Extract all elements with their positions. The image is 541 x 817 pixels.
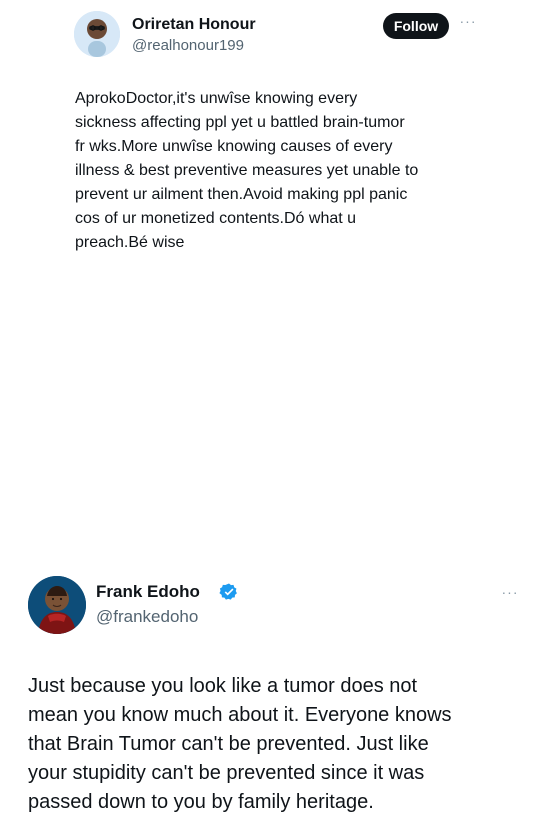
- second-tweet-card: Frank Edoho @frankedoho ··· Just because…: [0, 282, 541, 813]
- more-options-icon[interactable]: ···: [495, 585, 525, 599]
- oriretan-handle[interactable]: @realhonour199: [132, 37, 244, 55]
- more-options-icon[interactable]: ···: [454, 14, 482, 28]
- frank-avatar[interactable]: [28, 576, 86, 634]
- oriretan-display-name[interactable]: Oriretan Honour: [132, 15, 256, 35]
- follow-button[interactable]: Follow: [383, 13, 449, 39]
- verified-badge-icon: [219, 582, 239, 602]
- second-tweet-text: Just because you look like a tumor does …: [28, 675, 452, 813]
- oriretan-avatar[interactable]: [74, 11, 120, 57]
- first-tweet-card: Oriretan Honour @realhonour199 Follow ··…: [0, 0, 541, 282]
- first-tweet-text: AprokoDoctor,it's unwîse knowing every s…: [75, 90, 419, 251]
- frank-display-name[interactable]: Frank Edoho: [96, 581, 200, 603]
- frank-handle[interactable]: @frankedoho: [96, 606, 198, 628]
